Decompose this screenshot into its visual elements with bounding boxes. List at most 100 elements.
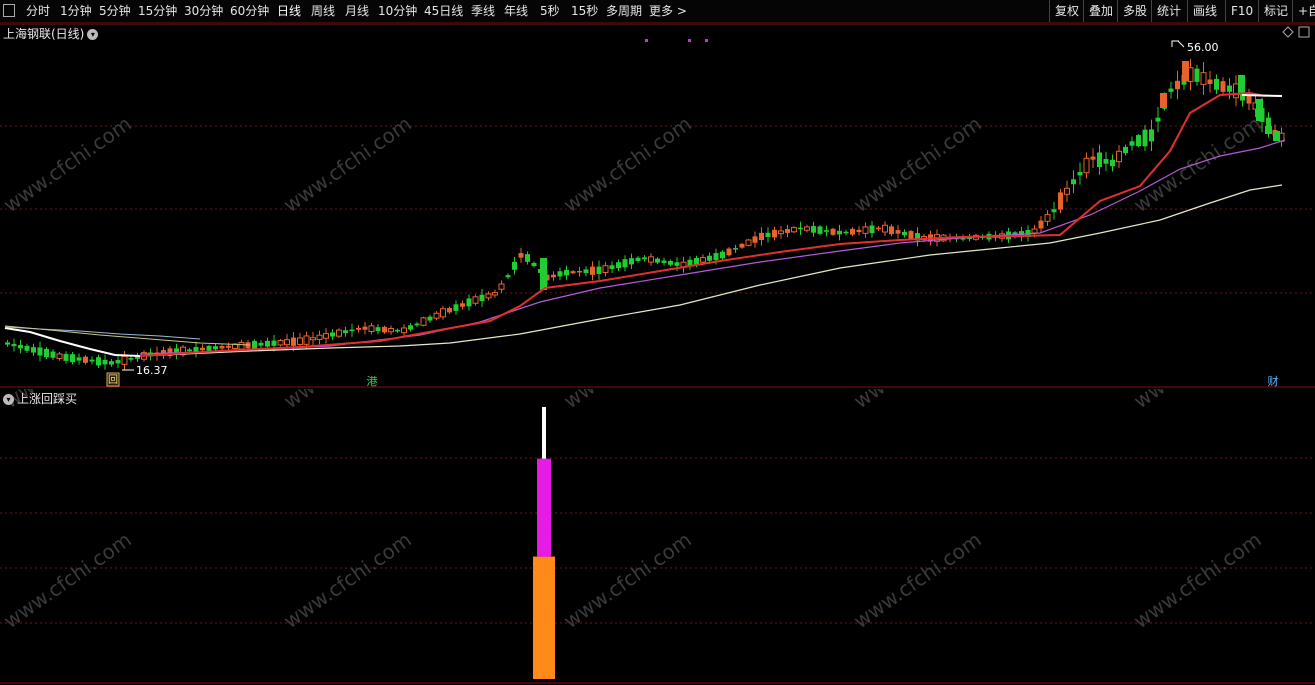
period-tab-4[interactable]: 30分钟 <box>184 3 223 19</box>
candle-body <box>11 344 17 347</box>
candle-body <box>616 262 621 269</box>
period-tab-11[interactable]: 季线 <box>471 3 495 19</box>
period-tab-12[interactable]: 年线 <box>504 3 528 19</box>
candle-body <box>635 257 641 261</box>
candle-body <box>843 231 849 234</box>
toolbar-button-6[interactable]: 标记 <box>1258 0 1293 22</box>
menu-icon[interactable] <box>3 4 15 17</box>
period-tab-10[interactable]: 45日线 <box>424 3 463 19</box>
candle-body <box>31 347 36 353</box>
candle-body <box>642 257 647 260</box>
candle-body <box>485 293 492 299</box>
period-tab-16[interactable]: 更多 > <box>649 3 687 19</box>
toolbar-button-4[interactable]: 画线 <box>1187 0 1222 22</box>
candle-body <box>1265 126 1272 134</box>
period-tab-6[interactable]: 日线 <box>277 3 301 19</box>
period-tab-2[interactable]: 5分钟 <box>99 3 131 19</box>
toolbar-button-7[interactable]: +自 <box>1292 0 1315 22</box>
candle-body <box>765 232 771 238</box>
candle-body <box>1077 171 1083 176</box>
candle-body <box>479 294 485 302</box>
candle-body <box>375 327 381 332</box>
candle-body <box>1149 129 1154 142</box>
event-marker-hui[interactable]: 回 <box>106 372 120 387</box>
indicator-bar-segment-0 <box>533 556 555 679</box>
candle-body <box>466 298 472 307</box>
candle-body <box>895 230 901 234</box>
candle-body <box>609 265 615 269</box>
candle-body <box>1097 152 1102 168</box>
chevron-down-icon[interactable]: ▾ <box>3 394 14 405</box>
period-tab-14[interactable]: 15秒 <box>571 3 598 19</box>
indicator-bar-segment-2 <box>542 407 546 459</box>
candle-body <box>1200 72 1207 85</box>
candle-body <box>1175 80 1180 90</box>
period-tab-5[interactable]: 60分钟 <box>230 3 269 19</box>
indicator-chart[interactable]: www.cfchi.com www.cfchi.com www.cfchi.com w… <box>0 389 1315 685</box>
candle-body <box>213 346 218 350</box>
candle-body <box>128 358 134 360</box>
candle-body <box>759 232 764 241</box>
candle-body <box>1142 129 1148 147</box>
high-price-marker: 56.00 <box>1171 40 1219 54</box>
candle-body <box>804 226 810 231</box>
candle-body <box>512 261 517 270</box>
candle-body <box>492 292 498 296</box>
candle-body <box>726 248 732 256</box>
toolbar-button-5[interactable]: F10 <box>1225 0 1258 22</box>
candle-body <box>551 274 556 278</box>
candle-body <box>1090 156 1096 160</box>
candle-body <box>882 224 888 233</box>
candle-body <box>668 261 673 265</box>
candle-body <box>1194 68 1200 82</box>
toolbar-button-0[interactable]: 复权 <box>1049 0 1084 22</box>
candle-body <box>557 271 563 277</box>
period-tab-9[interactable]: 10分钟 <box>378 3 417 19</box>
candle-body <box>24 345 30 351</box>
candle-body <box>63 353 69 361</box>
candle-body <box>200 347 205 351</box>
watermark-text: www.cfchi.com <box>1129 527 1266 633</box>
event-marker-cai[interactable]: 财 <box>1268 374 1279 388</box>
period-tab-3[interactable]: 15分钟 <box>138 3 177 19</box>
candle-body <box>277 339 284 346</box>
price-chart[interactable]: www.cfchi.com www.cfchi.com www.cfchi.com w… <box>0 23 1315 388</box>
toolbar-button-1[interactable]: 叠加 <box>1083 0 1118 22</box>
toolbar-button-3[interactable]: 统计 <box>1151 0 1186 22</box>
event-marker-gang[interactable]: 港 <box>367 375 378 388</box>
candle-body <box>720 251 725 259</box>
window-icon[interactable] <box>1298 26 1310 38</box>
period-tab-8[interactable]: 月线 <box>345 3 369 19</box>
period-tab-0[interactable]: 分时 <box>26 3 50 19</box>
period-tab-13[interactable]: 5秒 <box>540 3 560 19</box>
candle-body <box>382 326 387 333</box>
period-toolbar: 分时 1分钟 5分钟 15分钟 30分钟 60分钟 日线 周线 月线 10分钟 45日线 季线 年线 5秒… <box>0 0 1315 23</box>
candle-body <box>252 340 257 349</box>
candle-body <box>427 316 433 321</box>
period-tab-15[interactable]: 多周期 <box>606 3 642 19</box>
candle-body <box>1182 61 1189 81</box>
candle-body <box>109 361 114 365</box>
candle-body <box>1168 88 1174 92</box>
candle-body <box>1238 75 1245 95</box>
period-tab-7[interactable]: 周线 <box>311 3 335 19</box>
candle-body <box>811 226 816 233</box>
stock-name: 上海钢联(日线) <box>3 27 85 41</box>
candle-body <box>356 327 361 330</box>
watermark-text: www.cfchi.com <box>559 389 696 413</box>
diamond-icon[interactable] <box>1282 26 1294 38</box>
low-price-label: 16.37 <box>136 364 168 377</box>
period-tab-1[interactable]: 1分钟 <box>60 3 92 19</box>
candle-body <box>284 339 290 346</box>
candle-body <box>1160 93 1167 108</box>
candle-body <box>265 340 270 347</box>
candle-body <box>785 229 790 233</box>
candle-body <box>1071 179 1076 185</box>
candle-body <box>577 270 582 273</box>
toolbar-button-2[interactable]: 多股 <box>1117 0 1152 22</box>
candle-body <box>733 248 738 250</box>
indicator-panel-title: ▾ 上涨回踩买 <box>3 390 77 407</box>
chevron-down-icon[interactable]: ▾ <box>87 29 99 40</box>
candle-body <box>316 334 323 340</box>
candle-body <box>343 330 348 334</box>
